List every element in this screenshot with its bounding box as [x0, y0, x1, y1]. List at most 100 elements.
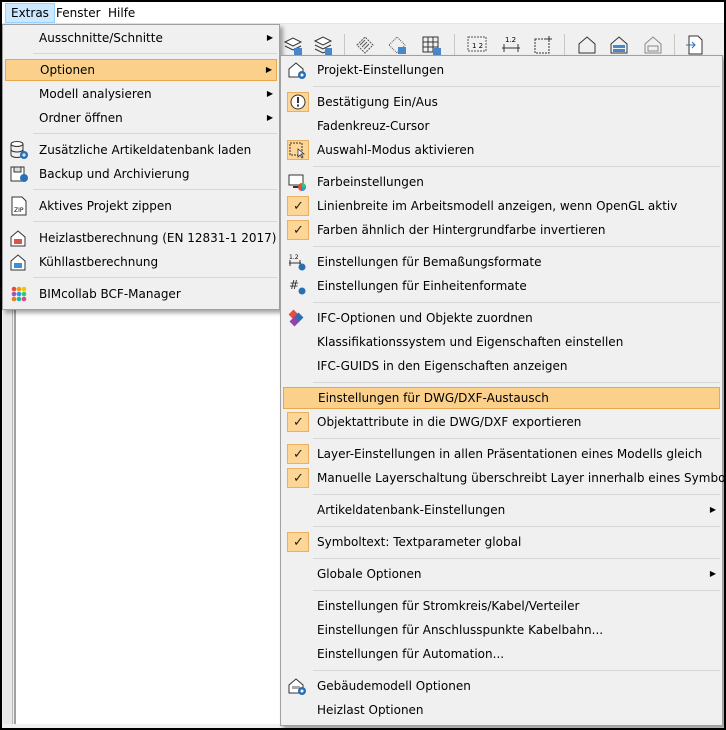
checkmark-icon: ✓ [287, 196, 309, 216]
menu-item-label: Ordner öffnen [39, 111, 123, 125]
menu-item-farben-invertieren[interactable]: ✓ Farben ähnlich der Hintergrundfarbe in… [283, 219, 720, 241]
checkmark-glyph: ✓ [293, 223, 304, 238]
menu-item-symboltext[interactable]: ✓ Symboltext: Textparameter global [283, 531, 720, 553]
house-outline-icon[interactable] [642, 34, 664, 56]
menu-item-bimcollab[interactable]: BIMcollab BCF-Manager [5, 283, 277, 305]
checkmark-icon: ✓ [287, 444, 309, 464]
menu-item-auswahl-modus[interactable]: Auswahl-Modus aktivieren [283, 139, 720, 161]
layers-stack-icon[interactable] [312, 34, 334, 56]
submenu-arrow-icon: ▶ [265, 65, 272, 74]
menu-item-label: Bestätigung Ein/Aus [317, 95, 438, 109]
menu-separator [313, 382, 720, 383]
submenu-arrow-icon: ▶ [266, 113, 273, 122]
hatch-icon[interactable] [354, 34, 376, 56]
menu-item-label: BIMcollab BCF-Manager [39, 287, 181, 301]
menu-item-heizlast-optionen[interactable]: Heizlast Optionen [283, 699, 720, 721]
menu-item-stromkreis[interactable]: Einstellungen für Stromkreis/Kabel/Verte… [283, 595, 720, 617]
menu-separator [313, 526, 720, 527]
menu-item-objektattribute-dwg[interactable]: ✓ Objektattribute in die DWG/DXF exporti… [283, 411, 720, 433]
menu-item-ordner-oeffnen[interactable]: Ordner öffnen ▶ [5, 107, 277, 129]
menu-item-bestaetigung[interactable]: Bestätigung Ein/Aus [283, 91, 720, 113]
menu-item-backup-archivierung[interactable]: Backup und Archivierung [5, 163, 277, 185]
menu-item-label: Einstellungen für DWG/DXF-Austausch [318, 391, 549, 405]
add-selection-icon[interactable] [532, 34, 554, 56]
menu-item-globale-optionen[interactable]: Globale Optionen ▶ [283, 563, 720, 585]
menu-item-label: Projekt-Einstellungen [317, 63, 445, 77]
menu-item-heizlastberechnung[interactable]: Heizlastberechnung (EN 12831-1 2017) [5, 227, 277, 249]
menu-item-gebaeudemodell-optionen[interactable]: Gebäudemodell Optionen [283, 675, 720, 697]
menu-item-label: Gebäudemodell Optionen [317, 679, 471, 693]
menu-item-linienbreite-opengl[interactable]: ✓ Linienbreite im Arbeitsmodell anzeigen… [283, 195, 720, 217]
menu-item-label: Klassifikationssystem und Eigenschaften … [317, 335, 624, 349]
layers-icon[interactable] [282, 34, 304, 56]
zip-icon: ZIP [11, 196, 27, 216]
checkmark-glyph: ✓ [293, 415, 304, 430]
menu-item-label: Aktives Projekt zippen [39, 199, 172, 213]
grid-points-icon[interactable] [386, 34, 408, 56]
menu-item-einheitenformate[interactable]: # Einstellungen für Einheitenformate [283, 275, 720, 297]
building-model-icon [288, 678, 306, 695]
menu-item-ifc-guids[interactable]: IFC-GUIDS in den Eigenschaften anzeigen [283, 355, 720, 377]
menu-item-projekt-zippen[interactable]: ZIP Aktives Projekt zippen [5, 195, 277, 217]
checkmark-glyph: ✓ [293, 471, 304, 486]
options-submenu: Projekt-Einstellungen Bestätigung Ein/Au… [280, 55, 726, 726]
table-grid-icon[interactable] [420, 34, 442, 56]
menu-item-automation[interactable]: Einstellungen für Automation... [283, 643, 720, 665]
menu-item-anschlusspunkte[interactable]: Einstellungen für Anschlusspunkte Kabelb… [283, 619, 720, 641]
menu-item-bemassungsformate[interactable]: 1.2 Einstellungen für Bemaßungsformate [283, 251, 720, 273]
menu-item-layer-einstellungen[interactable]: ✓ Layer-Einstellungen in allen Präsentat… [283, 443, 720, 465]
svg-text:ZIP: ZIP [14, 207, 24, 214]
menu-item-manuelle-layerschaltung[interactable]: ✓ Manuelle Layerschaltung überschreibt L… [283, 467, 726, 489]
menu-item-artikeldatenbank-laden[interactable]: Zusätzliche Artikeldatenbank laden [5, 139, 277, 161]
color-settings-icon [288, 174, 306, 191]
menu-item-klassifikationssystem[interactable]: Klassifikationssystem und Eigenschaften … [283, 331, 720, 353]
menu-item-label: Farbeinstellungen [317, 175, 424, 189]
menu-separator [313, 246, 720, 247]
menu-item-artikeldatenbank-einstellungen[interactable]: Artikeldatenbank-Einstellungen ▶ [283, 499, 720, 521]
menu-item-label: Layer-Einstellungen in allen Präsentatio… [317, 447, 703, 461]
menu-separator [33, 189, 277, 190]
menu-bar: Extras Fenster Hilfe [2, 2, 724, 24]
menu-hilfe[interactable]: Hilfe [103, 4, 140, 22]
house-floors-icon[interactable] [608, 34, 630, 56]
menu-separator [33, 53, 277, 54]
menu-item-label: Heizlast Optionen [317, 703, 424, 717]
cooling-load-icon [10, 254, 26, 271]
menu-item-projekt-einstellungen[interactable]: Projekt-Einstellungen [283, 59, 720, 81]
menu-item-farbeinstellungen[interactable]: Farbeinstellungen [283, 171, 720, 193]
svg-text:1.2: 1.2 [289, 254, 299, 261]
menu-item-modell-analysieren[interactable]: Modell analysieren ▶ [5, 83, 277, 105]
house-icon[interactable] [576, 34, 598, 56]
import-document-icon[interactable] [684, 34, 706, 56]
menu-item-ausschnitte-schnitte[interactable]: Ausschnitte/Schnitte ▶ [5, 27, 277, 49]
menu-item-dwg-dxf-austausch[interactable]: Einstellungen für DWG/DXF-Austausch [283, 387, 720, 409]
dimension-icon[interactable]: 1 2 [466, 34, 488, 56]
menu-item-kuehllastberechnung[interactable]: Kühllastberechnung [5, 251, 277, 273]
menu-item-label: Einstellungen für Einheitenformate [317, 279, 527, 293]
menu-item-label: Farben ähnlich der Hintergrundfarbe inve… [317, 223, 606, 237]
svg-text:1.2: 1.2 [505, 36, 516, 44]
extras-menu: Ausschnitte/Schnitte ▶ Optionen ▶ Modell… [2, 24, 280, 310]
menu-item-fadenkreuz-cursor[interactable]: Fadenkreuz-Cursor [283, 115, 720, 137]
menu-separator [313, 302, 720, 303]
menu-item-label: Kühllastberechnung [39, 255, 159, 269]
menu-item-optionen[interactable]: Optionen ▶ [5, 59, 277, 81]
submenu-arrow-icon: ▶ [266, 33, 273, 42]
menu-separator [33, 221, 277, 222]
submenu-arrow-icon: ▶ [709, 569, 716, 578]
menu-separator [313, 558, 720, 559]
menu-item-label: Objektattribute in die DWG/DXF exportier… [317, 415, 582, 429]
submenu-arrow-icon: ▶ [266, 89, 273, 98]
menu-separator [313, 670, 720, 671]
heating-load-icon [10, 230, 26, 247]
menu-item-label: Fadenkreuz-Cursor [317, 119, 430, 133]
menu-fenster[interactable]: Fenster [51, 4, 106, 22]
dimension-line-icon[interactable]: 1.2 [500, 34, 522, 56]
menu-extras[interactable]: Extras [5, 3, 55, 23]
menu-separator [33, 133, 277, 134]
menu-item-ifc-optionen[interactable]: IFC-Optionen und Objekte zuordnen [283, 307, 720, 329]
menu-item-label: Linienbreite im Arbeitsmodell anzeigen, … [317, 199, 678, 213]
menu-item-label: Einstellungen für Stromkreis/Kabel/Verte… [317, 599, 580, 613]
menu-item-label: Manuelle Layerschaltung überschreibt Lay… [317, 471, 726, 485]
menu-item-label: Zusätzliche Artikeldatenbank laden [39, 143, 252, 157]
